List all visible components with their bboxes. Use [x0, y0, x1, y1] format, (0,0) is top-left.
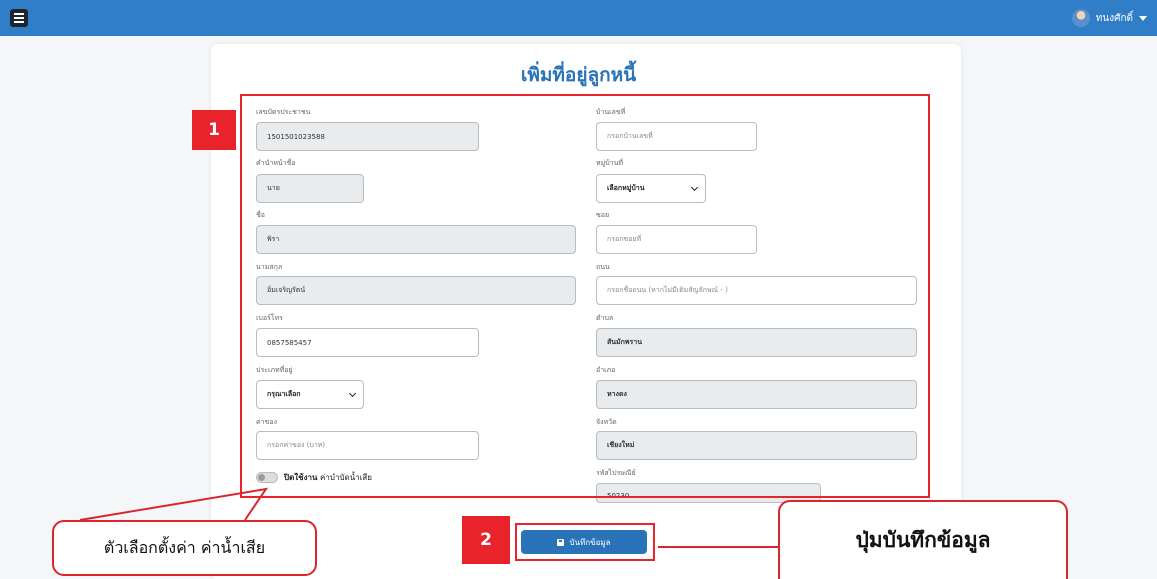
callout-save: ปุ่มบันทึกข้อมูล — [778, 500, 1068, 579]
callout-toggle: ตัวเลือกตั้งค่า ค่าน้ำเสีย — [52, 520, 317, 576]
annotation-pointers — [79, 487, 790, 548]
